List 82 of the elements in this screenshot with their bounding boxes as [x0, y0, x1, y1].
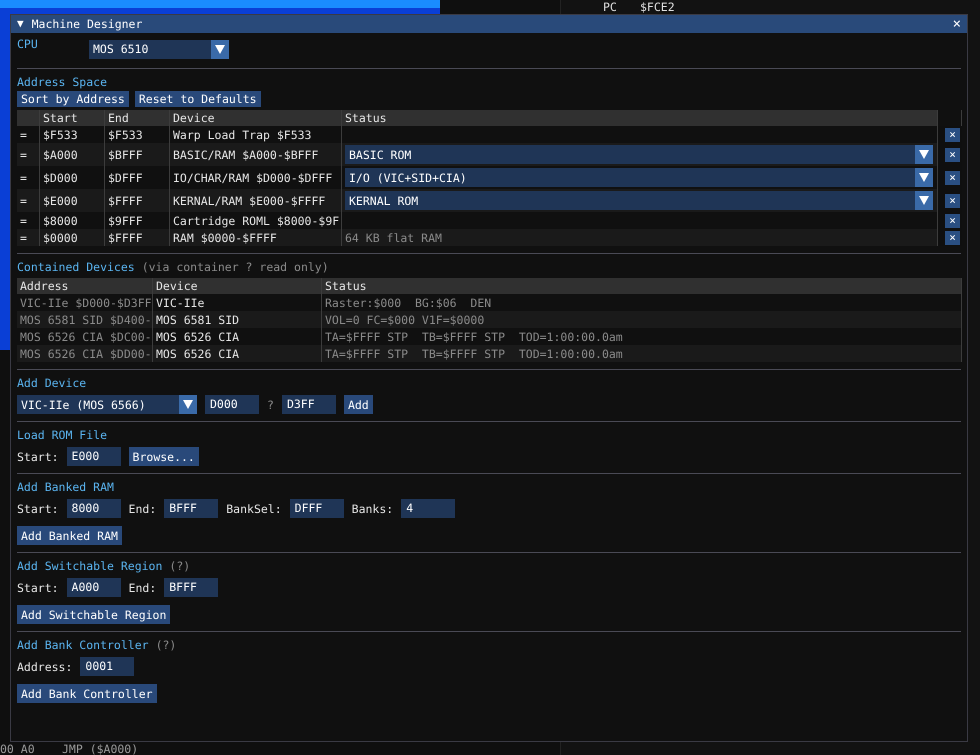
toolbar-button[interactable]: Reset to Defaults [134, 91, 261, 107]
drag-handle[interactable]: = [17, 189, 40, 212]
remove-button[interactable]: × [945, 128, 960, 142]
input-field[interactable]: 0001 [80, 657, 134, 676]
section-heading: Contained Devices [17, 260, 135, 274]
register-name: PC [603, 0, 617, 14]
status-dropdown[interactable]: KERNAL ROM [345, 191, 933, 210]
remove-button[interactable]: × [945, 194, 960, 208]
input-field[interactable]: D000 [205, 395, 259, 414]
input-field[interactable]: 4 [401, 499, 456, 518]
collapse-button[interactable]: ▼ [17, 17, 24, 31]
table-cell: $BFFF [105, 143, 170, 166]
cpu-dropdown[interactable]: MOS 6510 [89, 40, 229, 58]
remove-button[interactable]: × [945, 230, 960, 244]
drag-handle[interactable]: = [17, 143, 40, 166]
field-label: Start: [17, 450, 59, 464]
help-marker[interactable]: (?) [156, 638, 176, 652]
table-cell: TA=$FFFF STP TB=$FFFF STP TOD=1:00:00.0am [322, 345, 962, 362]
table-cell: MOS 6526 CIA $DD00- [17, 345, 153, 362]
table-cell: BASIC/RAM $A000-$BFFF [170, 143, 342, 166]
table-cell: MOS 6581 SID $D400- [17, 311, 153, 328]
table-cell: VOL=0 FC=$000 V1F=$0000 [322, 311, 962, 328]
table-cell: MOS 6526 CIA [153, 345, 322, 362]
drag-handle[interactable]: = [17, 229, 40, 246]
section-heading: Address Space [17, 75, 108, 89]
section-heading: Add Device [17, 376, 86, 390]
remove-button[interactable]: × [945, 170, 960, 184]
table-cell: 64 KB flat RAM [342, 229, 938, 246]
table-cell: KERNAL/RAM $E000-$FFFF [170, 189, 342, 212]
device-dropdown[interactable]: VIC-IIe (MOS 6566) [17, 395, 197, 414]
section-heading: Load ROM File [17, 428, 108, 442]
table-cell: $0000 [40, 229, 105, 246]
column-header: Status [322, 278, 962, 294]
separator-label: ? [267, 398, 274, 412]
status-dropdown[interactable]: BASIC ROM [345, 145, 933, 164]
action-button[interactable]: Add Switchable Region [17, 605, 170, 624]
table-cell: $FFFF [105, 229, 170, 246]
input-field[interactable]: 8000 [66, 499, 121, 518]
cpu-label: CPU [17, 37, 39, 51]
field-label: End: [128, 502, 156, 516]
table-cell: $A000 [40, 143, 105, 166]
input-field[interactable]: BFFF [164, 499, 218, 518]
disassembly-instruction: JMP ($A000) [62, 742, 138, 755]
status-dropdown[interactable]: I/O (VIC+SID+CIA) [345, 168, 933, 187]
table-cell: MOS 6581 SID [153, 311, 322, 328]
column-header [17, 110, 40, 126]
column-header: Device [153, 278, 322, 294]
input-field[interactable]: A000 [66, 578, 121, 597]
disassembly-bytes: 00 A0 [0, 742, 35, 755]
input-field[interactable]: E000 [66, 447, 121, 466]
column-header: Device [170, 110, 342, 126]
remove-button[interactable]: × [945, 148, 960, 162]
action-button[interactable]: Add Banked RAM [17, 526, 122, 545]
field-label: Start: [17, 580, 59, 594]
table-cell: $E000 [40, 189, 105, 212]
action-button[interactable]: Add [344, 395, 373, 414]
field-label: BankSel: [226, 502, 282, 516]
window-title: Machine Designer [32, 17, 144, 31]
close-button[interactable]: × [952, 17, 961, 31]
section-heading: Add Banked RAM [17, 480, 114, 494]
column-header: End [105, 110, 170, 126]
column-header: Address [17, 278, 153, 294]
toolbar-button[interactable]: Sort by Address [17, 91, 129, 107]
section-note: (via container ? read only) [142, 260, 329, 274]
field-label: Banks: [352, 502, 394, 516]
input-field[interactable]: BFFF [164, 578, 218, 597]
input-field[interactable]: D3FF [282, 395, 336, 414]
section-heading: Add Switchable Region [17, 559, 162, 573]
help-marker[interactable]: (?) [169, 559, 190, 573]
action-button[interactable]: Add Bank Controller [17, 684, 157, 703]
input-field[interactable]: DFFF [290, 499, 344, 518]
column-header: Status [342, 110, 938, 126]
register-value: $FCE2 [640, 0, 675, 14]
field-label: Start: [17, 502, 59, 516]
table-cell: RAM $0000-$FFFF [170, 229, 342, 246]
action-button[interactable]: Browse... [128, 447, 199, 466]
column-header: Start [40, 110, 105, 126]
section-heading: Add Bank Controller [17, 638, 149, 652]
field-label: End: [128, 580, 156, 594]
field-label: Address: [17, 660, 72, 674]
table-cell: $FFFF [105, 189, 170, 212]
remove-button[interactable]: × [945, 214, 960, 228]
